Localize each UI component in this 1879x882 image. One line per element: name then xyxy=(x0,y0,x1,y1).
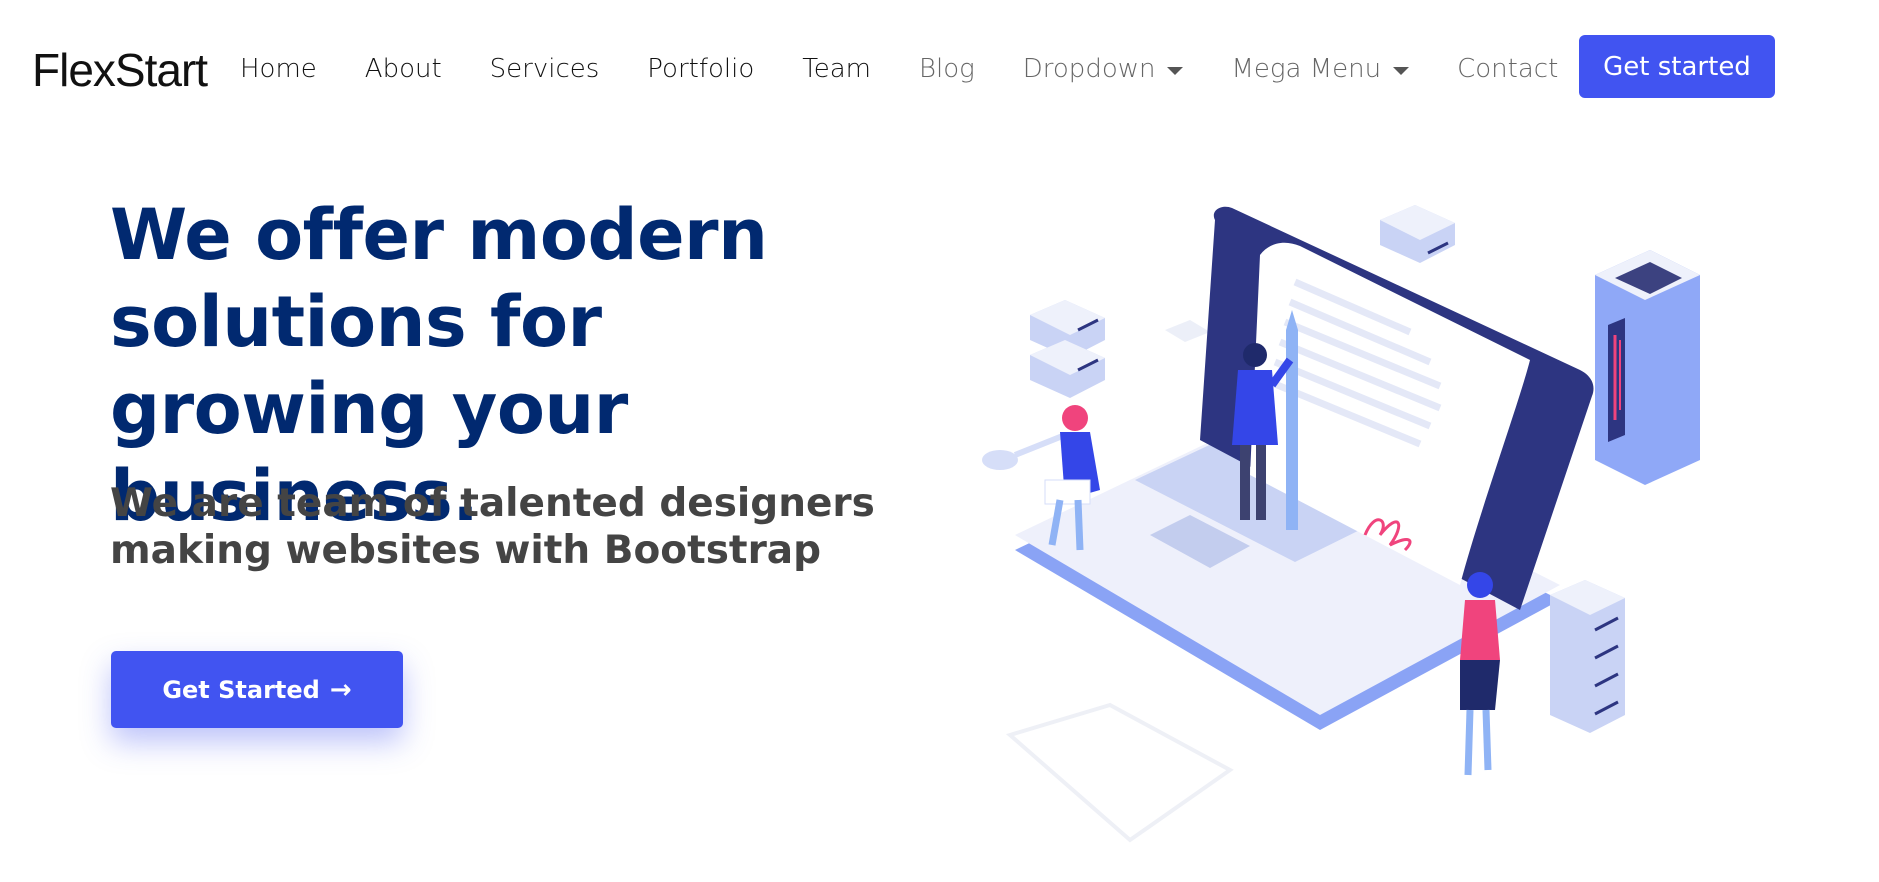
pencil-shape xyxy=(1286,310,1298,530)
nav-item-home[interactable]: Home xyxy=(240,54,317,84)
hero-illustration xyxy=(982,205,1700,843)
server-stack-right xyxy=(1550,580,1625,733)
server-stack-left xyxy=(1030,300,1105,398)
nav-item-contact[interactable]: Contact xyxy=(1457,54,1558,84)
nav-item-label: Mega Menu xyxy=(1231,54,1382,84)
nav-item-label: Contact xyxy=(1457,54,1559,84)
logo[interactable]: FlexStart xyxy=(32,42,208,98)
nav-item-portfolio[interactable]: Portfolio xyxy=(647,54,754,84)
server-top xyxy=(1380,205,1455,263)
nav-item-blog[interactable]: Blog xyxy=(919,54,975,84)
hero-get-started-button[interactable]: Get Started → xyxy=(111,651,403,728)
key-shape xyxy=(982,432,1067,470)
nav-item-label: Dropdown xyxy=(1022,54,1156,84)
nav-item-dropdown[interactable]: Dropdown xyxy=(1023,54,1184,84)
nav-item-label: Team xyxy=(802,54,871,84)
caret-down-icon xyxy=(1393,66,1410,75)
get-started-button[interactable]: Get started xyxy=(1579,35,1775,98)
nav-item-label: Blog xyxy=(919,54,975,84)
arrow-right-icon: → xyxy=(329,674,352,705)
nav-item-label: Home xyxy=(240,54,317,84)
site-header: FlexStart Home About Services Portfolio … xyxy=(0,0,1879,140)
nav-item-label: About xyxy=(364,54,442,84)
main-nav: Home About Services Portfolio Team Blog … xyxy=(240,46,1606,92)
caret-down-icon xyxy=(1167,66,1184,75)
hero-button-label: Get Started xyxy=(162,675,320,704)
floor-tile-shape xyxy=(1005,702,1234,843)
nav-item-about[interactable]: About xyxy=(365,54,442,84)
server-tower xyxy=(1595,250,1700,485)
nav-item-team[interactable]: Team xyxy=(802,54,871,84)
hero-subtitle: We are team of talented designers making… xyxy=(110,481,875,573)
person-right xyxy=(1460,572,1500,776)
nav-item-label: Portfolio xyxy=(647,54,755,84)
floating-tile-shape xyxy=(1165,320,1210,342)
nav-item-services[interactable]: Services xyxy=(490,54,600,84)
nav-item-label: Services xyxy=(489,54,600,84)
nav-item-mega-menu[interactable]: Mega Menu xyxy=(1231,54,1410,84)
